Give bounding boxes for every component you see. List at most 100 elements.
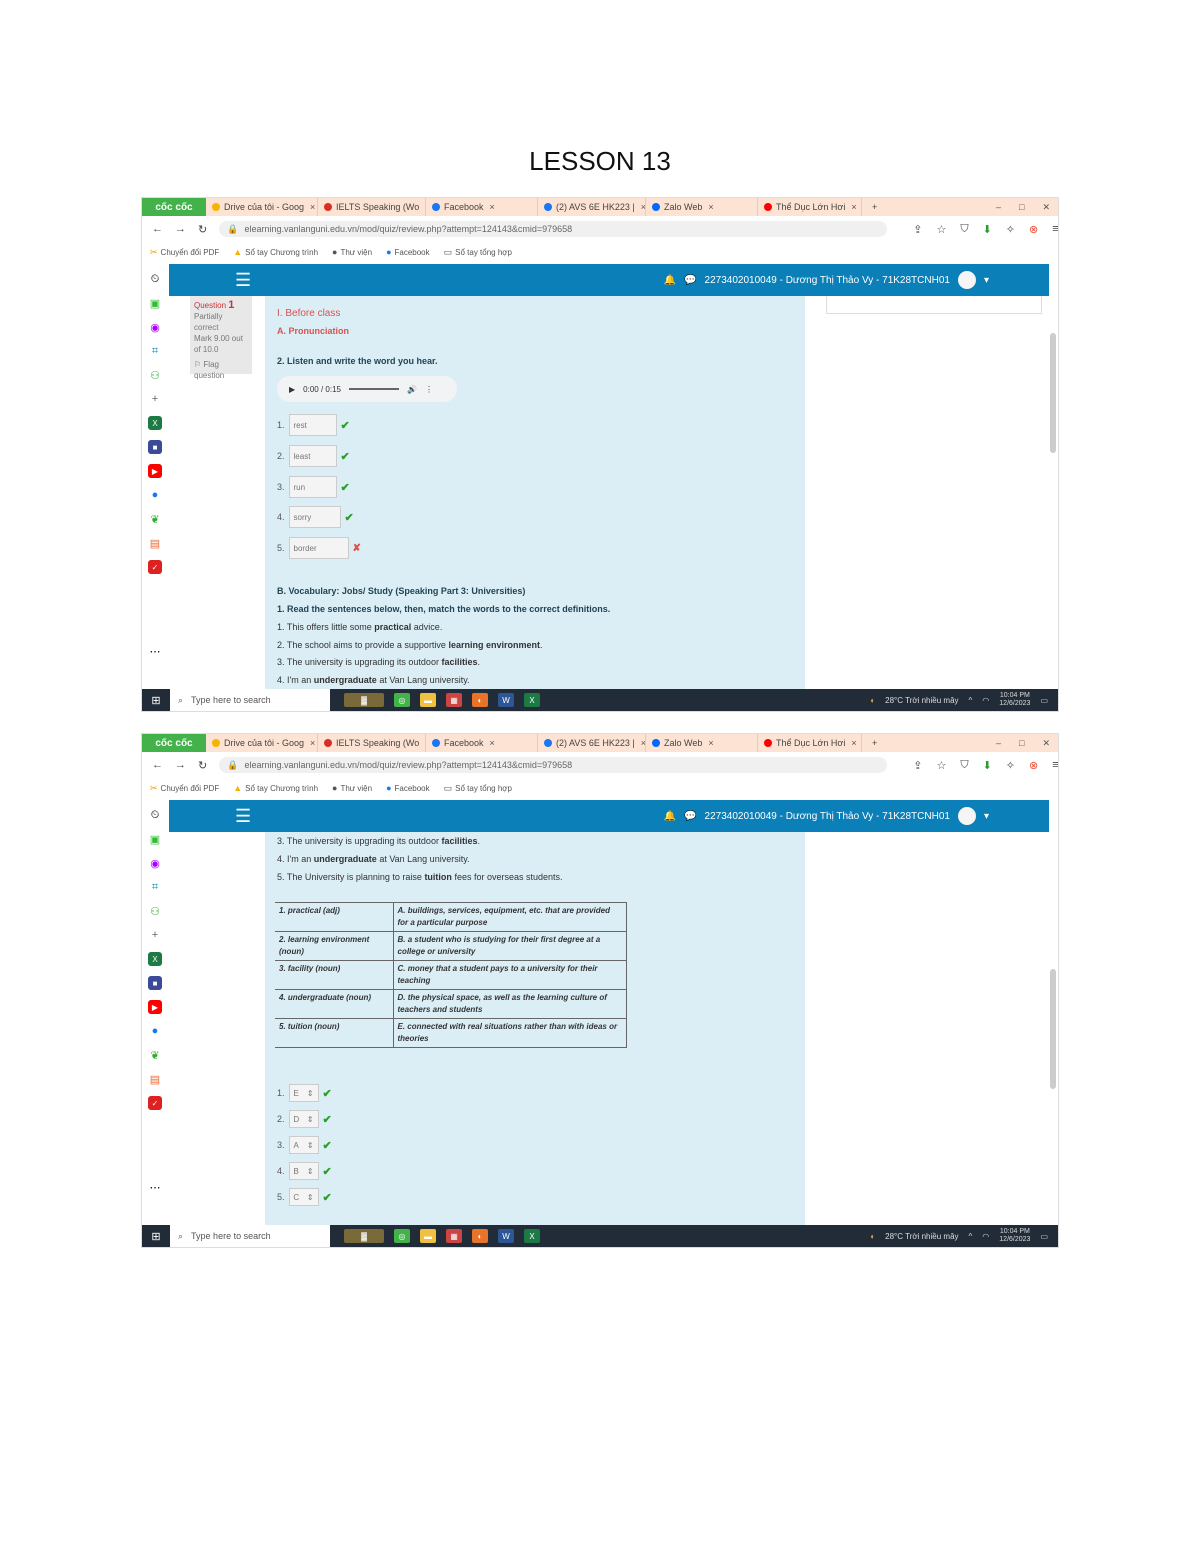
windows-icon[interactable]: ⊞ [142, 694, 170, 707]
close-icon[interactable]: × [851, 202, 856, 212]
facebook-icon[interactable]: ● [148, 1024, 162, 1038]
weather-text[interactable]: 28°C Trời nhiều mây [885, 696, 958, 705]
check-app-icon[interactable]: ✓ [148, 1096, 162, 1110]
download-icon[interactable]: ⬇ [983, 759, 992, 772]
more-icon[interactable]: ⋮ [425, 385, 433, 394]
youtube-icon[interactable]: ▶ [148, 464, 162, 478]
coccoc-icon[interactable]: ◎ [394, 693, 410, 707]
volume-icon[interactable]: 🔊 [407, 385, 417, 394]
app-icon[interactable]: ◐ [472, 693, 488, 707]
close-window-icon[interactable]: ✕ [1042, 738, 1050, 749]
menu-icon[interactable]: ☰ [235, 806, 251, 827]
minimize-icon[interactable]: – [996, 738, 1001, 749]
add-icon[interactable]: + [148, 392, 162, 406]
folder-icon[interactable]: ▬ [420, 693, 436, 707]
tab-avs[interactable]: (2) AVS 6E HK223 | × [538, 198, 646, 216]
match-select[interactable]: C ⇕ [288, 1188, 319, 1206]
excel-icon[interactable]: X [148, 416, 162, 430]
taskbar-image-icon[interactable]: ▓ [344, 1229, 384, 1243]
taskbar-search[interactable]: ⌕ Type here to search [170, 689, 330, 711]
audio-progress[interactable] [348, 388, 399, 390]
chart-icon[interactable]: ⌗ [148, 344, 162, 358]
adblock-icon[interactable]: ⊗ [1029, 759, 1038, 772]
excel-icon[interactable]: X [524, 693, 540, 707]
weather-text[interactable]: 28°C Trời nhiều mây [885, 1232, 958, 1241]
answer-field[interactable]: run [288, 476, 337, 498]
facebook-icon[interactable]: ● [148, 488, 162, 502]
extension-icon[interactable]: ✧ [1006, 223, 1015, 236]
share-icon[interactable]: ⇪ [913, 759, 922, 772]
flag-question[interactable]: ⚐ Flag question [194, 359, 248, 381]
add-icon[interactable]: + [148, 928, 162, 942]
taskbar-image-icon[interactable]: ▓ [344, 693, 384, 707]
close-icon[interactable]: × [708, 202, 713, 212]
star-icon[interactable]: ☆ [936, 223, 946, 236]
chevron-up-icon[interactable]: ^ [969, 696, 973, 705]
tab-facebook[interactable]: Facebook × [426, 734, 538, 752]
windows-icon[interactable]: ⊞ [142, 1230, 170, 1243]
notification-icon[interactable]: ▭ [1040, 1232, 1048, 1241]
bookmark-item[interactable]: ▭ Sổ tay tổng hợp [444, 783, 512, 794]
chevron-up-icon[interactable]: ^ [969, 1232, 973, 1241]
bookmark-item[interactable]: ✂ Chuyển đổi PDF [150, 783, 219, 794]
answer-field[interactable]: border [288, 537, 349, 559]
bookmark-item[interactable]: ✂ Chuyển đổi PDF [150, 247, 219, 258]
coccoc-icon[interactable]: ◎ [394, 1229, 410, 1243]
bookmark-item[interactable]: ● Facebook [386, 247, 430, 257]
leaf-icon[interactable]: ❦ [148, 1048, 162, 1062]
close-icon[interactable]: × [708, 738, 713, 748]
message-icon[interactable]: 💬 [684, 275, 696, 286]
audio-player[interactable]: ▶ 0:00 / 0:15 🔊 ⋮ [277, 376, 457, 402]
forward-icon[interactable]: → [175, 223, 186, 235]
user-name[interactable]: 2273402010049 - Dương Thị Thảo Vy - 71K2… [705, 275, 950, 286]
close-icon[interactable]: × [310, 738, 315, 748]
back-icon[interactable]: ← [152, 223, 163, 235]
tab-youtube[interactable]: Thể Dục Lớn Hơi × [758, 734, 862, 752]
play-icon[interactable]: ▶ [289, 385, 295, 394]
tab-avs[interactable]: (2) AVS 6E HK223 | × [538, 734, 646, 752]
notification-icon[interactable]: ▭ [1040, 696, 1048, 705]
messenger-icon[interactable]: ◉ [148, 320, 162, 334]
shop-icon[interactable]: ▤ [148, 536, 162, 550]
app-icon[interactable]: ■ [148, 976, 162, 990]
clock[interactable]: 10:04 PM 12/6/2023 [999, 692, 1030, 708]
app-icon[interactable]: ▦ [446, 1229, 462, 1243]
bell-icon[interactable]: 🔔 [664, 275, 676, 286]
minimize-icon[interactable]: – [996, 202, 1001, 213]
bookmark-item[interactable]: ▲ Sổ tay Chương trình [233, 247, 318, 257]
more-icon[interactable]: ⋯ [148, 644, 162, 658]
folder-icon[interactable]: ▬ [420, 1229, 436, 1243]
avatar[interactable] [957, 271, 976, 289]
close-icon[interactable]: × [310, 202, 315, 212]
tab-ielts[interactable]: IELTS Speaking (Wo× [318, 198, 426, 216]
message-icon[interactable]: 💬 [684, 811, 696, 822]
match-select[interactable]: E ⇕ [288, 1084, 319, 1102]
messenger-icon[interactable]: ◉ [148, 856, 162, 870]
scrollbar[interactable] [1050, 969, 1056, 1089]
user-name[interactable]: 2273402010049 - Dương Thị Thảo Vy - 71K2… [705, 811, 950, 822]
app-icon[interactable]: ◐ [472, 1229, 488, 1243]
game-icon[interactable]: ⚇ [148, 904, 162, 918]
tab-ielts[interactable]: IELTS Speaking (Wo× [318, 734, 426, 752]
avatar[interactable] [957, 807, 976, 825]
chat-icon[interactable]: ▣ [148, 296, 162, 310]
close-icon[interactable]: × [490, 202, 495, 212]
more-icon[interactable]: ⋯ [148, 1180, 162, 1194]
bookmark-item[interactable]: ▲ Sổ tay Chương trình [233, 783, 318, 793]
answer-field[interactable]: sorry [288, 506, 341, 528]
app-icon[interactable]: ■ [148, 440, 162, 454]
answer-field[interactable]: rest [288, 414, 337, 436]
extension-icon[interactable]: ✧ [1006, 759, 1015, 772]
history-icon[interactable]: ⏲ [148, 808, 162, 822]
tab-drive[interactable]: Drive của tôi - Goog × [206, 198, 318, 216]
forward-icon[interactable]: → [175, 759, 186, 771]
chart-icon[interactable]: ⌗ [148, 880, 162, 894]
network-icon[interactable]: ◠ [982, 696, 989, 705]
close-icon[interactable]: × [490, 738, 495, 748]
bookmark-item[interactable]: ● Facebook [386, 783, 430, 793]
bell-icon[interactable]: 🔔 [664, 811, 676, 822]
word-icon[interactable]: W [498, 1229, 514, 1243]
maximize-icon[interactable]: □ [1019, 738, 1024, 749]
match-select[interactable]: D ⇕ [288, 1110, 319, 1128]
reload-icon[interactable]: ↻ [198, 223, 207, 236]
